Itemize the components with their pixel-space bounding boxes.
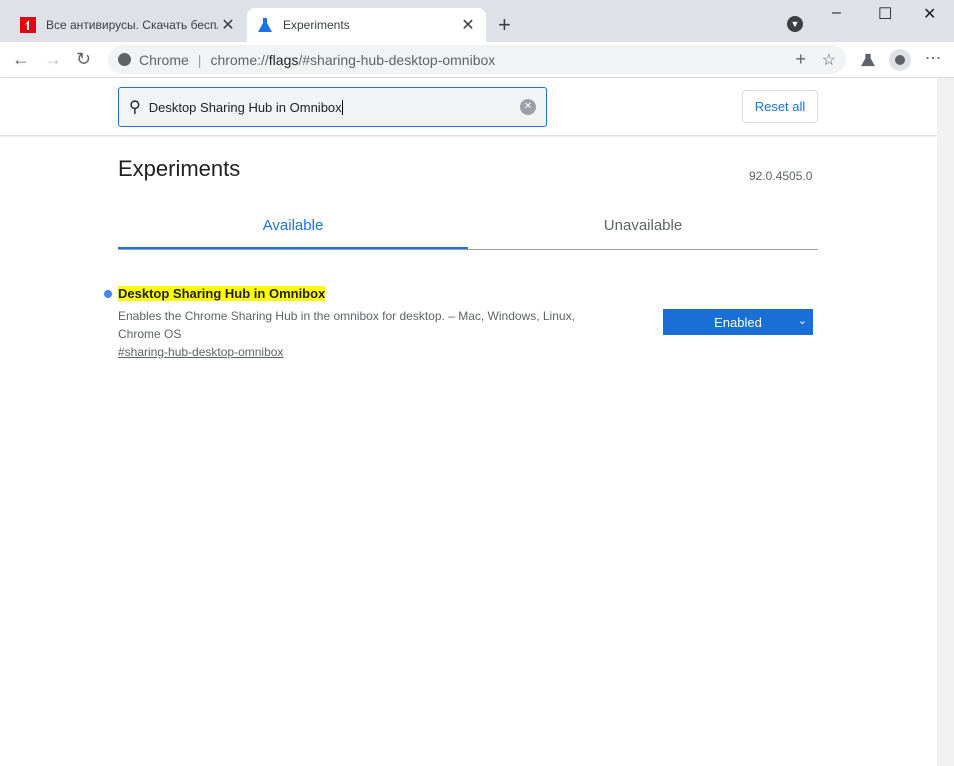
search-input[interactable]: ⚲ Desktop Sharing Hub in Omnibox ✕ (118, 87, 547, 127)
close-tab-icon[interactable]: ✕ (458, 15, 478, 35)
antivirus-logo-icon (20, 17, 36, 33)
close-tab-icon[interactable]: ✕ (218, 15, 238, 35)
profile-avatar[interactable] (889, 49, 911, 71)
tab-title: Experiments (283, 18, 350, 32)
add-icon[interactable]: + (795, 49, 806, 70)
reload-icon[interactable]: ↻ (76, 49, 91, 70)
flask-icon (258, 18, 272, 32)
tab-antivirus[interactable]: Все антивирусы. Скачать бесплатно ✕ (10, 8, 246, 42)
tab-search-icon[interactable]: ▼ (787, 16, 803, 32)
chevron-down-icon: ⌄ (797, 315, 807, 327)
menu-icon[interactable]: ⋮ (924, 50, 941, 66)
forward-icon[interactable]: → (44, 49, 62, 70)
new-tab-button[interactable]: + (498, 12, 511, 38)
tab-available[interactable]: Available (118, 209, 468, 249)
labs-flask-icon[interactable] (861, 53, 875, 67)
experiment-description: Enables the Chrome Sharing Hub in the om… (118, 309, 575, 341)
reset-all-button[interactable]: Reset all (742, 90, 818, 123)
experiment-link[interactable]: #sharing-hub-desktop-omnibox (118, 345, 283, 359)
title-bar: Все антивирусы. Скачать бесплатно ✕ Expe… (0, 0, 954, 42)
close-window-button[interactable]: ✕ (923, 4, 936, 24)
search-value: Desktop Sharing Hub in Omnibox (148, 99, 342, 115)
toolbar: ← → ↻ Chrome | chrome://flags/#sharing-h… (0, 42, 954, 78)
page-title: Experiments (118, 156, 241, 181)
minimize-button[interactable]: – (832, 4, 841, 22)
tab-experiments[interactable]: Experiments ✕ (247, 8, 486, 42)
scrollbar[interactable] (937, 78, 954, 766)
address-bar[interactable]: Chrome | chrome://flags/#sharing-hub-des… (108, 45, 846, 74)
search-icon: ⚲ (129, 99, 141, 116)
site-label: Chrome (139, 51, 189, 68)
clear-search-icon[interactable]: ✕ (520, 99, 536, 115)
experiment-item: Desktop Sharing Hub in Omnibox Enables t… (104, 285, 818, 361)
maximize-button[interactable]: ☐ (878, 4, 892, 24)
back-icon[interactable]: ← (12, 49, 30, 70)
url-text: chrome://flags/#sharing-hub-desktop-omni… (210, 51, 496, 68)
person-icon (895, 55, 905, 65)
separator: | (197, 51, 202, 68)
selected-value: Enabled (714, 314, 762, 330)
star-icon[interactable]: ☆ (822, 50, 836, 70)
tab-strip: Available Unavailable (118, 209, 818, 250)
version: 92.0.4505.0 (749, 169, 813, 183)
chrome-icon (118, 53, 131, 66)
experiment-state-select[interactable]: Enabled ⌄ (663, 309, 813, 335)
modified-dot-icon (104, 290, 112, 298)
search-header: ⚲ Desktop Sharing Hub in Omnibox ✕ Reset… (0, 78, 937, 136)
flags-page: ⚲ Desktop Sharing Hub in Omnibox ✕ Reset… (0, 78, 937, 766)
tab-title: Все антивирусы. Скачать бесплатно (46, 18, 218, 32)
experiment-name: Desktop Sharing Hub in Omnibox (118, 286, 326, 301)
tab-unavailable[interactable]: Unavailable (468, 209, 818, 249)
